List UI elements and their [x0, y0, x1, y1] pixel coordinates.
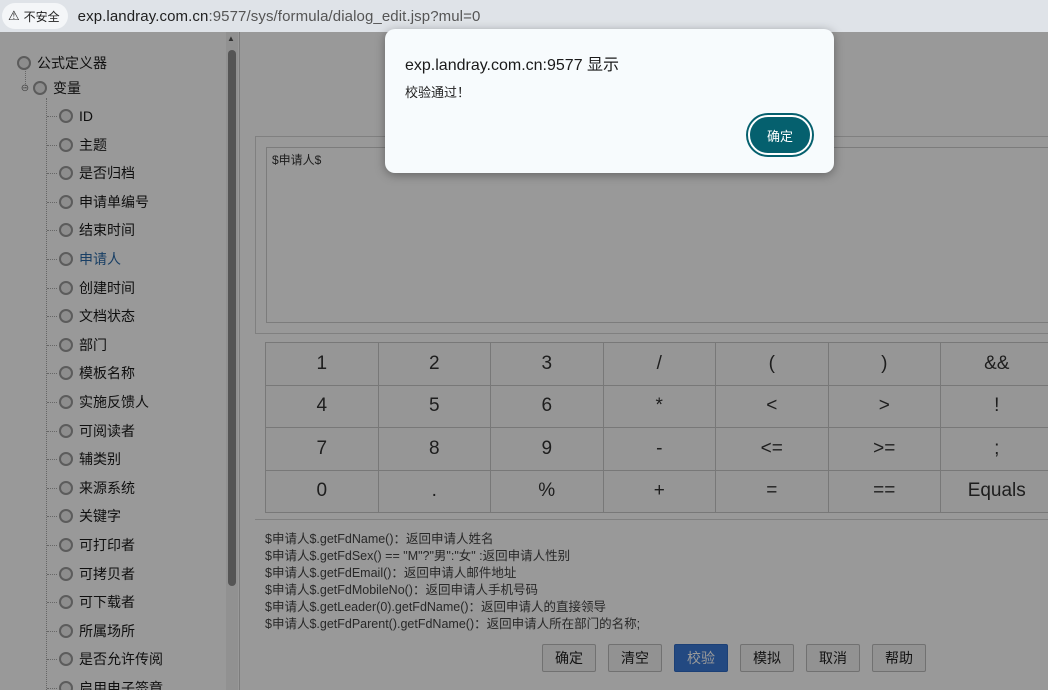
- address-bar: ⚠ 不安全 exp.landray.com.cn:9577/sys/formul…: [0, 0, 1048, 32]
- warning-icon: ⚠: [8, 8, 20, 23]
- url-host: exp.landray.com.cn: [77, 7, 209, 25]
- security-indicator[interactable]: ⚠ 不安全: [2, 3, 68, 29]
- dialog-title: exp.landray.com.cn:9577 显示: [405, 57, 620, 74]
- security-label: 不安全: [23, 9, 60, 24]
- dialog-message: 校验通过！: [405, 85, 471, 100]
- alert-dialog: exp.landray.com.cn:9577 显示 校验通过！ 确定: [385, 29, 834, 173]
- url-path: :9577/sys/formula/dialog_edit.jsp?mul=0: [208, 7, 481, 25]
- dialog-ok-button[interactable]: 确定: [748, 115, 812, 155]
- url-text[interactable]: exp.landray.com.cn:9577/sys/formula/dial…: [78, 8, 481, 25]
